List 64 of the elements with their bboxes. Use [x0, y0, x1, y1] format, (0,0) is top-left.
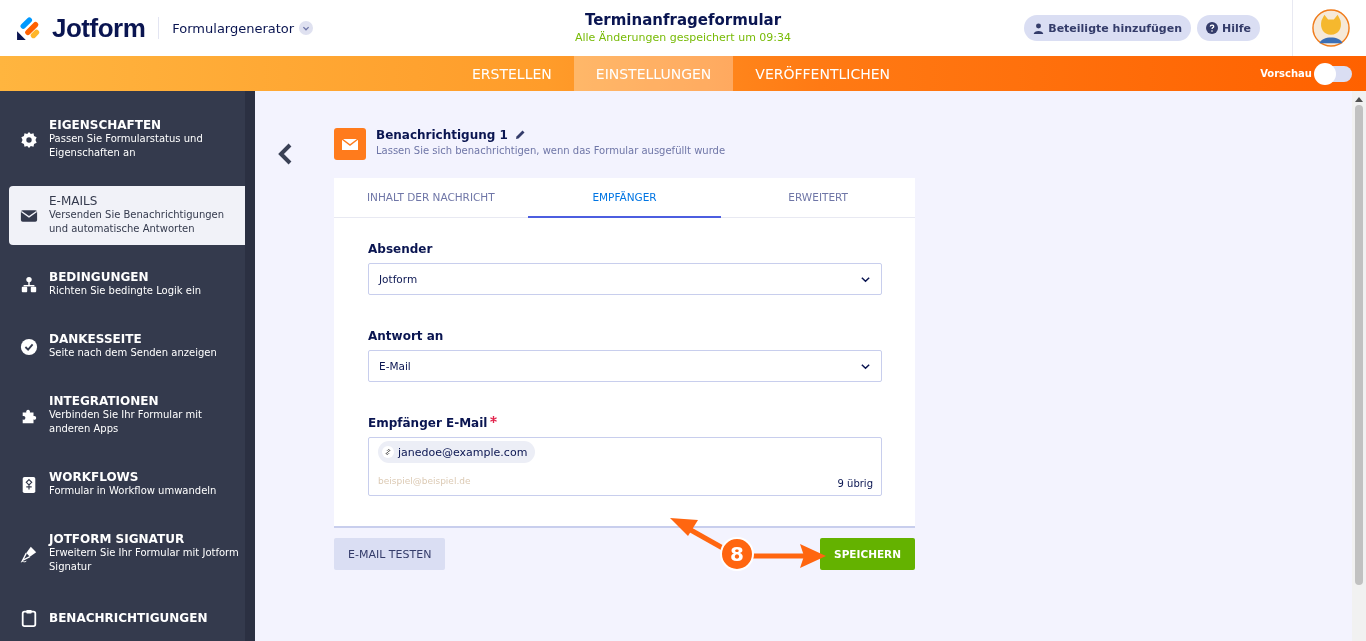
- field-label: Antwort an: [368, 329, 444, 343]
- logo-icon: [16, 15, 42, 41]
- sidebar-item[interactable]: DANKESSEITE Seite nach dem Senden anzeigen: [9, 324, 245, 369]
- sidebar-item[interactable]: BENACHRICHTIGUNGEN: [9, 600, 245, 636]
- link-icon: [382, 446, 394, 458]
- sidebar-item-title: BEDINGUNGEN: [49, 271, 150, 284]
- help-button[interactable]: Hilfe: [1197, 15, 1260, 41]
- product-menu[interactable]: Formulargenerator: [172, 20, 314, 36]
- field-label: Empfänger E-Mail: [368, 416, 488, 430]
- sidebar-item[interactable]: JOTFORM SIGNATUR Erweitern Sie Ihr Formular mit Jotform Signatur: [9, 524, 245, 583]
- sidebar-item[interactable]: EIGENSCHAFTEN Passen Sie Formularstatus und Eigenschaften an: [9, 110, 245, 169]
- sidebar-item-description: Erweitern Sie Ihr Formular mit Jotform Signatur: [49, 546, 240, 574]
- pencil-icon[interactable]: [513, 129, 526, 141]
- help-icon: [1206, 22, 1218, 34]
- sidebar-item-title: E-MAILS: [49, 195, 99, 208]
- sidebar-item-description: Versenden Sie Benachrichtigungen und automatische Antworten: [49, 208, 226, 236]
- avatar[interactable]: [1312, 9, 1350, 47]
- tab[interactable]: EMPFÄNGER: [527, 178, 722, 218]
- save-status: Alle Änderungen gespeichert um 09:34: [574, 31, 792, 44]
- email-tags-field[interactable]: janedoe@example.com beispiel@beispiel.de 9 übrig: [368, 437, 882, 496]
- tree-icon: [20, 275, 38, 294]
- notification-subtitle: Lassen Sie sich benachrichtigen, wenn das Formular ausgefüllt wurde: [376, 145, 726, 156]
- scroll-up-icon[interactable]: [1355, 97, 1363, 102]
- test-email-button[interactable]: E-MAIL TESTEN: [334, 538, 446, 570]
- pen-icon: [20, 544, 38, 563]
- check-icon: [20, 337, 38, 356]
- remaining-count: 9 übrig: [837, 478, 873, 489]
- field-label: Absender: [368, 242, 433, 256]
- clipboard-icon: [20, 609, 38, 627]
- form-title: Terminanfrageformular: [584, 11, 782, 29]
- gear-icon: [20, 130, 38, 149]
- add-participants-button[interactable]: Beteiligte hinzufügen: [1024, 15, 1191, 41]
- sidebar-item-title: INTEGRATIONEN: [49, 395, 160, 408]
- sidebar-scrollbar[interactable]: [245, 91, 255, 641]
- sidebar-item-description: Formular in Workflow umwandeln: [49, 484, 217, 498]
- sidebar-item[interactable]: BEDINGUNGEN Richten Sie bedingte Logik ein: [9, 262, 245, 307]
- chevron-down-icon: [299, 21, 314, 35]
- flow-icon: [20, 475, 38, 494]
- tab[interactable]: ERWEITERT: [721, 178, 915, 218]
- sidebar-item-title: BENACHRICHTIGUNGEN: [49, 611, 208, 625]
- preview-toggle[interactable]: [1316, 65, 1352, 82]
- email-tag[interactable]: janedoe@example.com: [378, 441, 536, 463]
- sidebar-item[interactable]: INTEGRATIONEN Verbinden Sie Ihr Formular mit anderen Apps: [9, 386, 245, 445]
- sidebar-item-description: Seite nach dem Senden anzeigen: [49, 346, 217, 360]
- sidebar-item-description: Richten Sie bedingte Logik ein: [49, 284, 202, 298]
- sidebar-item-title: EIGENSCHAFTEN: [49, 119, 163, 132]
- sidebar-item-title: JOTFORM SIGNATUR: [49, 533, 186, 546]
- person-icon: [1033, 22, 1045, 34]
- sidebar-item-description: Verbinden Sie Ihr Formular mit anderen Apps: [49, 408, 203, 436]
- notification-title: Benachrichtigung 1: [376, 128, 508, 142]
- tab[interactable]: INHALT DER NACHRICHT: [334, 178, 528, 218]
- sidebar-item-title: WORKFLOWS: [49, 471, 140, 484]
- dropdown-field[interactable]: E-Mail: [368, 350, 882, 382]
- sidebar-item-description: Passen Sie Formularstatus und Eigenschaften an: [49, 132, 204, 160]
- brand-name: Jotform: [52, 12, 146, 44]
- back-icon[interactable]: [277, 142, 293, 166]
- dropdown-field[interactable]: Jotform: [368, 263, 882, 295]
- step-badge: 8: [720, 537, 754, 571]
- preview-label: Vorschau: [1260, 68, 1312, 79]
- sidebar-item[interactable]: E-MAILS Versenden Sie Benachrichtigungen und automatische Antworten: [9, 186, 245, 245]
- sidebar-item-title: DANKESSEITE: [49, 333, 143, 346]
- scrollbar-thumb[interactable]: [1355, 105, 1363, 585]
- envelope-icon: [334, 128, 366, 160]
- sidebar-item[interactable]: WORKFLOWS Formular in Workflow umwandeln: [9, 462, 245, 507]
